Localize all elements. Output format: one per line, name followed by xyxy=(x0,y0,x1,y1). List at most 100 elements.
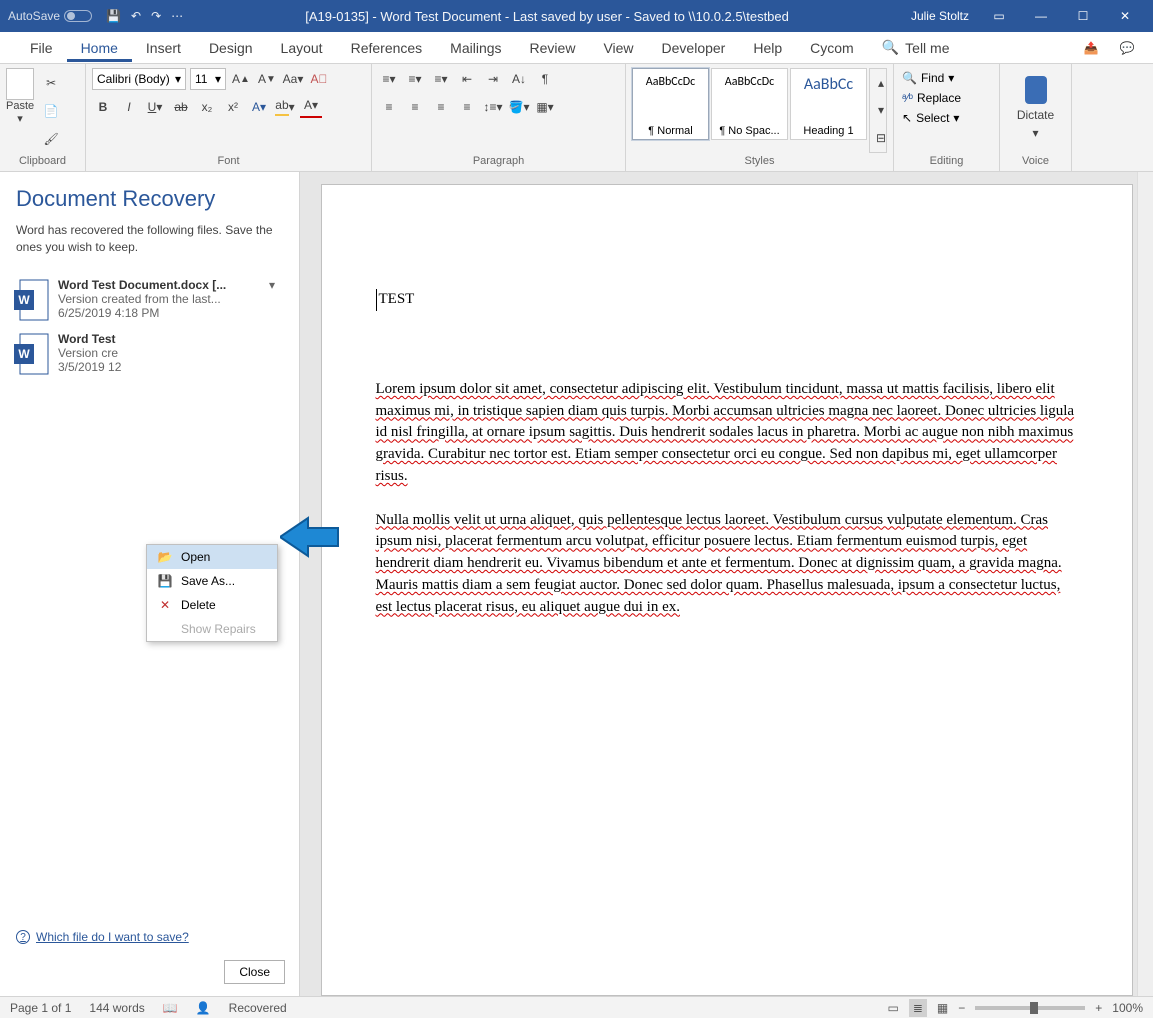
page-indicator[interactable]: Page 1 of 1 xyxy=(10,1001,71,1015)
paste-button[interactable]: Paste ▾ xyxy=(6,68,34,153)
zoom-slider[interactable] xyxy=(975,1006,1085,1010)
word-doc-icon: W xyxy=(14,332,50,372)
tab-review[interactable]: Review xyxy=(516,34,590,62)
tab-layout[interactable]: Layout xyxy=(267,34,337,62)
group-voice: Dictate ▾ Voice xyxy=(1000,64,1072,171)
recovered-status: Recovered xyxy=(229,1001,287,1015)
zoom-in-icon[interactable]: + xyxy=(1095,1001,1102,1015)
tab-mailings[interactable]: Mailings xyxy=(436,34,515,62)
align-right-icon[interactable]: ≡ xyxy=(430,96,452,118)
format-painter-icon[interactable]: 🖌 xyxy=(40,128,62,150)
accessibility-icon[interactable]: 👤 xyxy=(196,1001,211,1015)
status-bar: Page 1 of 1 144 words 📖 👤 Recovered ▭ ≣ … xyxy=(0,996,1153,1018)
document-page[interactable]: TEST Lorem ipsum dolor sit amet, consect… xyxy=(321,184,1133,996)
undo-icon[interactable]: ↶ xyxy=(131,9,141,23)
ribbon-display-icon[interactable]: ▭ xyxy=(979,2,1019,30)
font-size-combo[interactable]: 11▾ xyxy=(190,68,226,90)
share-icon[interactable]: 📤 xyxy=(1077,36,1105,60)
redo-icon[interactable]: ↷ xyxy=(151,9,161,23)
increase-indent-icon[interactable]: ⇥ xyxy=(482,68,504,90)
replace-button[interactable]: ᵃ⁄ᵇReplace xyxy=(900,88,993,108)
group-clipboard: Paste ▾ ✂ 📄 🖌 Clipboard xyxy=(0,64,86,171)
borders-icon[interactable]: ▦▾ xyxy=(534,96,556,118)
maximize-icon[interactable]: ☐ xyxy=(1063,2,1103,30)
autosave-toggle[interactable]: AutoSave xyxy=(8,9,92,23)
comments-icon[interactable]: 💬 xyxy=(1113,36,1141,60)
copy-icon[interactable]: 📄 xyxy=(40,100,62,122)
recovery-item-dropdown[interactable]: ▾ xyxy=(269,278,285,320)
sort-icon[interactable]: A↓ xyxy=(508,68,530,90)
minimize-icon[interactable]: — xyxy=(1021,2,1061,30)
select-button[interactable]: ↖Select ▾ xyxy=(900,108,993,128)
styles-down-icon[interactable]: ▾ xyxy=(870,99,892,121)
which-file-link[interactable]: ? Which file do I want to save? xyxy=(16,930,189,944)
style-no-spacing[interactable]: AaBbCcDc ¶ No Spac... xyxy=(711,68,788,140)
tab-home[interactable]: Home xyxy=(67,34,132,62)
tab-insert[interactable]: Insert xyxy=(132,34,195,62)
tab-developer[interactable]: Developer xyxy=(648,34,740,62)
decrease-indent-icon[interactable]: ⇤ xyxy=(456,68,478,90)
numbering-icon[interactable]: ≡▾ xyxy=(404,68,426,90)
align-center-icon[interactable]: ≡ xyxy=(404,96,426,118)
recovery-item[interactable]: W Word Test Version cre 3/5/2019 12 xyxy=(10,326,289,380)
recovery-item[interactable]: W Word Test Document.docx [... Version c… xyxy=(10,272,289,326)
bold-button[interactable]: B xyxy=(92,96,114,118)
style-normal[interactable]: AaBbCcDc ¶ Normal xyxy=(632,68,709,140)
highlight-icon[interactable]: ab▾ xyxy=(274,96,296,118)
align-left-icon[interactable]: ≡ xyxy=(378,96,400,118)
tell-me-search[interactable]: 🔍 Tell me xyxy=(868,33,964,62)
style-heading1[interactable]: AaBbCc Heading 1 xyxy=(790,68,867,140)
menu-delete[interactable]: ✕ Delete xyxy=(147,593,277,617)
styles-up-icon[interactable]: ▴ xyxy=(870,72,892,94)
print-layout-icon[interactable]: ≣ xyxy=(909,999,927,1017)
find-button[interactable]: 🔍Find ▾ xyxy=(900,68,993,88)
tab-file[interactable]: File xyxy=(16,34,67,62)
font-color-icon[interactable]: A▾ xyxy=(300,96,322,118)
recovery-context-menu: 📂 Open 💾 Save As... ✕ Delete Show Repair… xyxy=(146,544,278,642)
menu-open[interactable]: 📂 Open xyxy=(147,545,277,569)
multilevel-list-icon[interactable]: ≡▾ xyxy=(430,68,452,90)
save-icon[interactable]: 💾 xyxy=(106,9,121,23)
underline-button[interactable]: U▾ xyxy=(144,96,166,118)
justify-icon[interactable]: ≡ xyxy=(456,96,478,118)
replace-icon: ᵃ⁄ᵇ xyxy=(902,91,913,105)
group-paragraph: ≡▾ ≡▾ ≡▾ ⇤ ⇥ A↓ ¶ ≡ ≡ ≡ ≡ ↕≡▾ 🪣▾ ▦▾ Para… xyxy=(372,64,626,171)
text-effects-icon[interactable]: A▾ xyxy=(248,96,270,118)
document-area[interactable]: TEST Lorem ipsum dolor sit amet, consect… xyxy=(300,172,1153,996)
dictate-button[interactable]: Dictate ▾ xyxy=(1006,68,1065,140)
superscript-button[interactable]: x² xyxy=(222,96,244,118)
tab-design[interactable]: Design xyxy=(195,34,267,62)
subscript-button[interactable]: x₂ xyxy=(196,96,218,118)
recovery-close-button[interactable]: Close xyxy=(224,960,285,984)
styles-more-icon[interactable]: ⊟ xyxy=(870,127,892,149)
user-name[interactable]: Julie Stoltz xyxy=(911,9,969,23)
change-case-icon[interactable]: Aa▾ xyxy=(282,68,304,90)
tab-references[interactable]: References xyxy=(337,34,437,62)
read-mode-icon[interactable]: ▭ xyxy=(888,1001,899,1015)
clear-formatting-icon[interactable]: A⃠ xyxy=(308,68,330,90)
shading-icon[interactable]: 🪣▾ xyxy=(508,96,530,118)
show-marks-icon[interactable]: ¶ xyxy=(534,68,556,90)
font-name-combo[interactable]: Calibri (Body)▾ xyxy=(92,68,186,90)
word-count[interactable]: 144 words xyxy=(89,1001,144,1015)
bullets-icon[interactable]: ≡▾ xyxy=(378,68,400,90)
tab-cycom[interactable]: Cycom xyxy=(796,34,868,62)
grow-font-icon[interactable]: A▲ xyxy=(230,68,252,90)
spellcheck-icon[interactable]: 📖 xyxy=(163,1001,178,1015)
qat-more-icon[interactable]: ⋯ xyxy=(171,9,183,23)
zoom-level[interactable]: 100% xyxy=(1112,1001,1143,1015)
vertical-scrollbar[interactable] xyxy=(1137,172,1153,996)
select-icon: ↖ xyxy=(902,111,912,125)
save-icon: 💾 xyxy=(157,574,173,588)
menu-save-as[interactable]: 💾 Save As... xyxy=(147,569,277,593)
tab-help[interactable]: Help xyxy=(739,34,796,62)
web-layout-icon[interactable]: ▦ xyxy=(937,1001,948,1015)
italic-button[interactable]: I xyxy=(118,96,140,118)
shrink-font-icon[interactable]: A▼ xyxy=(256,68,278,90)
cut-icon[interactable]: ✂ xyxy=(40,72,62,94)
line-spacing-icon[interactable]: ↕≡▾ xyxy=(482,96,504,118)
tab-view[interactable]: View xyxy=(589,34,647,62)
close-window-icon[interactable]: ✕ xyxy=(1105,2,1145,30)
strikethrough-button[interactable]: ab xyxy=(170,96,192,118)
zoom-out-icon[interactable]: − xyxy=(958,1001,965,1015)
